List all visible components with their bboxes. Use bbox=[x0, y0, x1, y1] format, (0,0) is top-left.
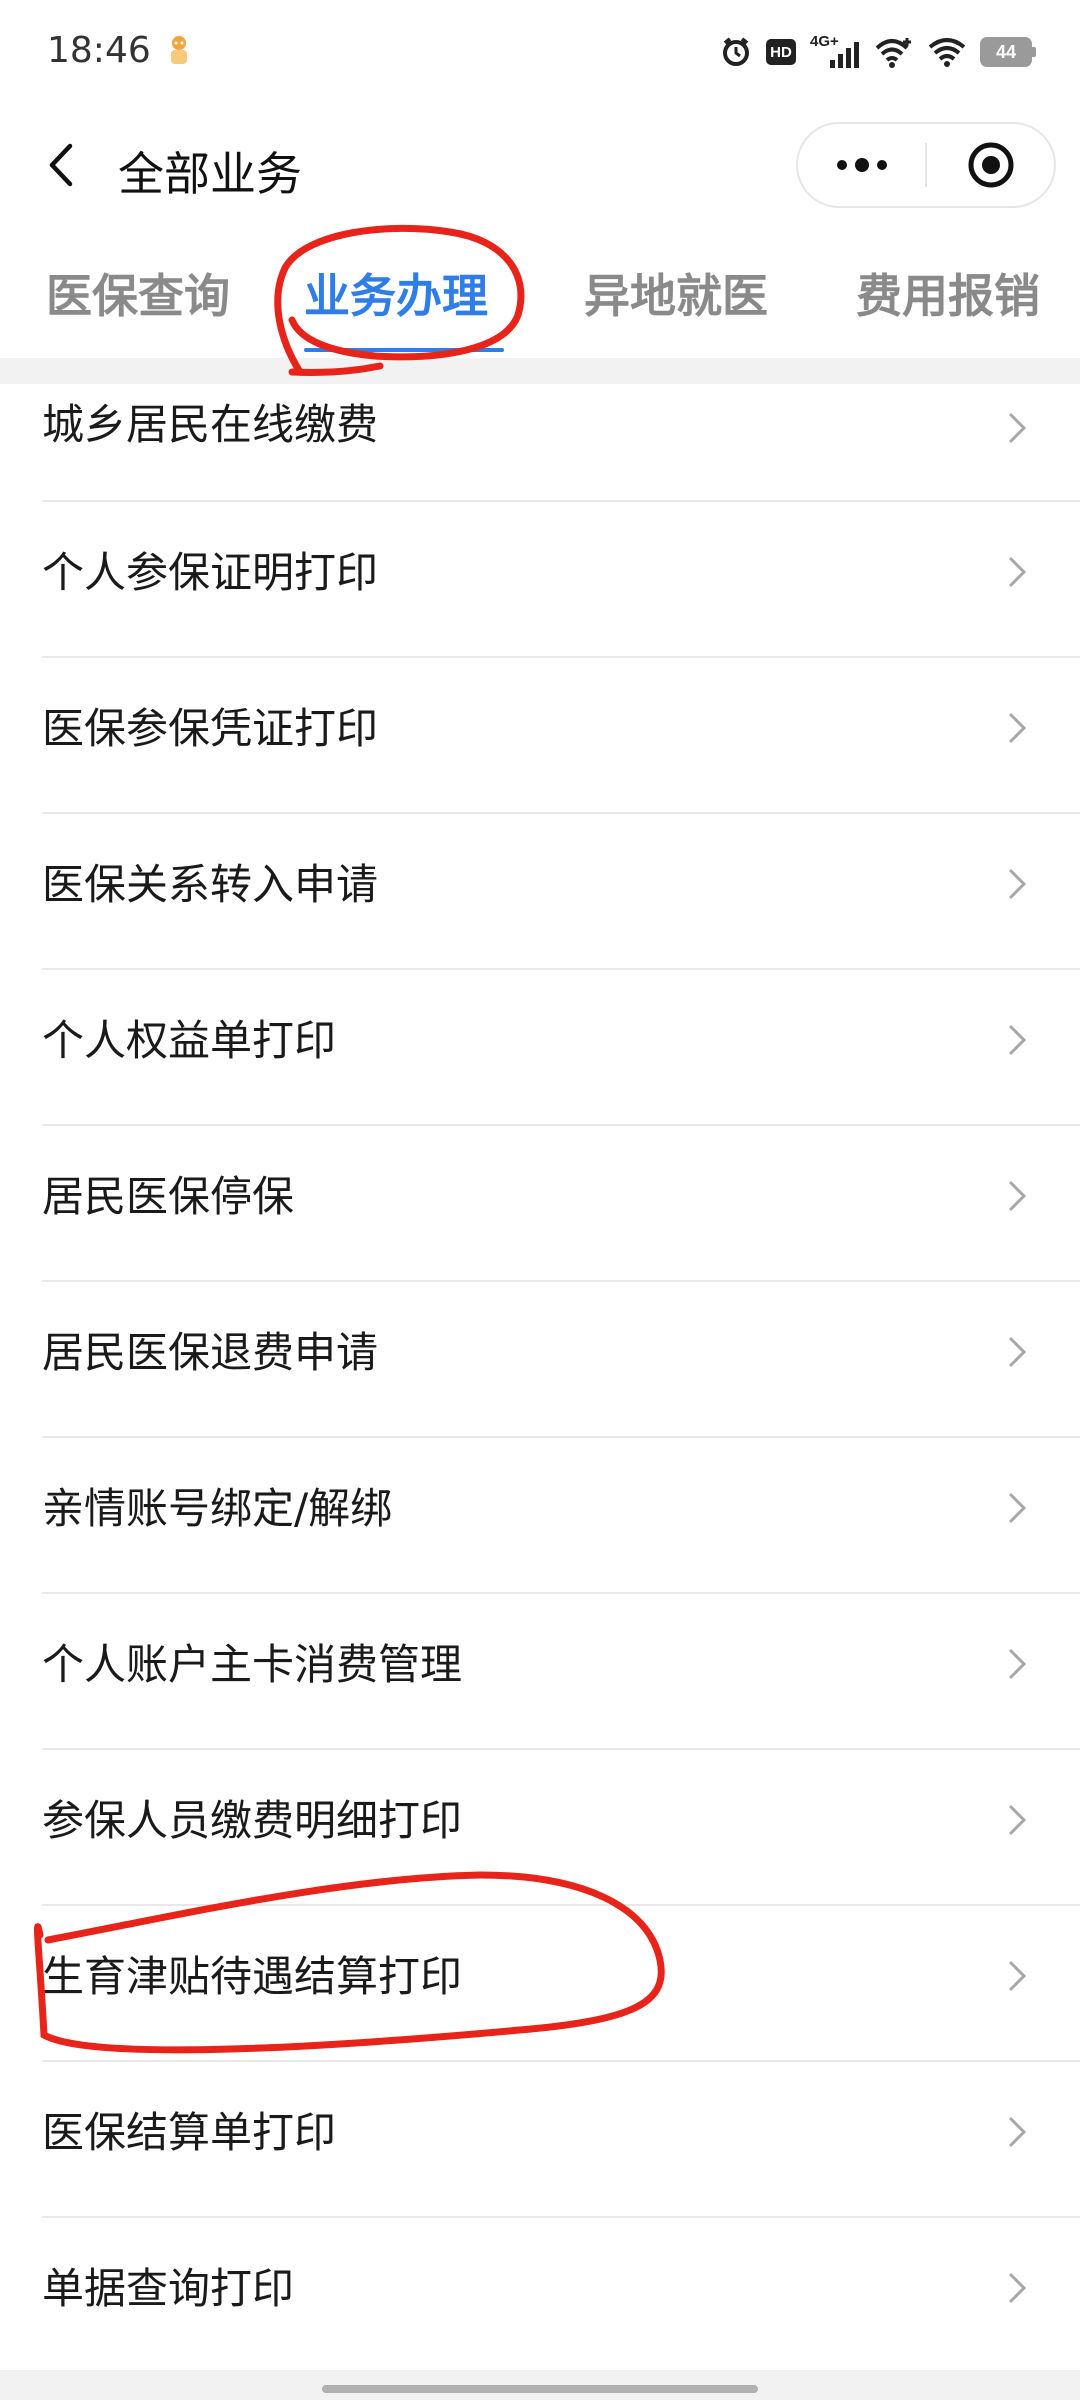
tab-expense-reimbursement[interactable]: 费用报销 bbox=[856, 260, 1040, 326]
status-bar: 18:46 HD 4G+ 44 bbox=[0, 0, 1080, 105]
cellular-signal-icon: 4G+ bbox=[810, 34, 860, 70]
list-item[interactable]: 医保关系转入申请 bbox=[0, 814, 1080, 970]
list-item-label: 医保参保凭证打印 bbox=[42, 704, 379, 753]
tab-remote-medical[interactable]: 异地就医 bbox=[584, 260, 768, 326]
chevron-right-icon bbox=[1008, 2116, 1027, 2148]
list-item-label: 生育津贴待遇结算打印 bbox=[42, 1952, 463, 2001]
wifi-icon bbox=[928, 38, 966, 67]
tab-medical-insurance-query[interactable]: 医保查询 bbox=[46, 260, 230, 326]
list-item[interactable]: 城乡居民在线缴费 bbox=[0, 380, 1080, 502]
list-item-label: 单据查询打印 bbox=[42, 2264, 295, 2313]
chevron-right-icon bbox=[1008, 2272, 1027, 2304]
close-miniprogram-button[interactable] bbox=[927, 124, 1054, 206]
battery-level: 44 bbox=[980, 37, 1032, 67]
list-item[interactable]: 医保参保凭证打印 bbox=[0, 658, 1080, 814]
list-item-label: 城乡居民在线缴费 bbox=[42, 400, 379, 449]
list-item-label: 居民医保停保 bbox=[42, 1172, 295, 1221]
chevron-right-icon bbox=[1008, 556, 1027, 588]
list-item-label: 个人参保证明打印 bbox=[42, 548, 379, 597]
list-item[interactable]: 个人账户主卡消费管理 bbox=[0, 1594, 1080, 1750]
list-item[interactable]: 参保人员缴费明细打印 bbox=[0, 1750, 1080, 1906]
hd-icon: HD bbox=[766, 39, 796, 65]
chevron-right-icon bbox=[1008, 1336, 1027, 1368]
business-list: 城乡居民在线缴费 个人参保证明打印 医保参保凭证打印 医保关系转入申请 个人权益… bbox=[0, 380, 1080, 2374]
chevron-right-icon bbox=[1008, 712, 1027, 744]
chevron-right-icon bbox=[1008, 1960, 1027, 1992]
chevron-right-icon bbox=[1008, 868, 1027, 900]
nav-bar: 全部业务 bbox=[0, 110, 1080, 220]
chevron-left-icon bbox=[49, 143, 73, 187]
status-icons: HD 4G+ 44 bbox=[720, 30, 1036, 74]
chevron-right-icon bbox=[1008, 412, 1027, 444]
target-close-icon bbox=[968, 142, 1013, 188]
list-item[interactable]: 居民医保退费申请 bbox=[0, 1282, 1080, 1438]
list-item[interactable]: 生育津贴待遇结算打印 bbox=[0, 1906, 1080, 2062]
chevron-right-icon bbox=[1008, 1180, 1027, 1212]
list-item[interactable]: 亲情账号绑定/解绑 bbox=[0, 1438, 1080, 1594]
list-item-label: 个人账户主卡消费管理 bbox=[42, 1640, 463, 1689]
chevron-right-icon bbox=[1008, 1804, 1027, 1836]
wifi-plus-icon bbox=[875, 38, 911, 68]
mini-program-capsule bbox=[796, 122, 1056, 208]
tab-business-handling[interactable]: 业务办理 bbox=[304, 260, 488, 326]
list-item[interactable]: 个人参保证明打印 bbox=[0, 502, 1080, 658]
list-item-label: 亲情账号绑定/解绑 bbox=[42, 1484, 393, 1533]
tab-bar: 医保查询 业务办理 异地就医 费用报销 bbox=[0, 240, 1080, 358]
active-tab-indicator bbox=[304, 348, 504, 352]
chevron-right-icon bbox=[1008, 1648, 1027, 1680]
list-item[interactable]: 单据查询打印 bbox=[0, 2218, 1080, 2374]
list-item[interactable]: 个人权益单打印 bbox=[0, 970, 1080, 1126]
back-button[interactable] bbox=[36, 140, 86, 190]
battery-icon: 44 bbox=[980, 37, 1036, 67]
more-dots-icon bbox=[836, 158, 887, 172]
list-item-label: 医保结算单打印 bbox=[42, 2108, 337, 2157]
alarm-icon bbox=[723, 37, 749, 66]
list-item[interactable]: 居民医保停保 bbox=[0, 1126, 1080, 1282]
list-item-label: 参保人员缴费明细打印 bbox=[42, 1796, 463, 1845]
page-title: 全部业务 bbox=[118, 147, 302, 201]
list-item[interactable]: 医保结算单打印 bbox=[0, 2062, 1080, 2218]
notification-app-icon bbox=[171, 36, 187, 64]
list-item-label: 居民医保退费申请 bbox=[42, 1328, 379, 1377]
list-item-label: 个人权益单打印 bbox=[42, 1016, 337, 1065]
list-item-label: 医保关系转入申请 bbox=[42, 860, 379, 909]
chevron-right-icon bbox=[1008, 1024, 1027, 1056]
more-button[interactable] bbox=[798, 124, 925, 206]
home-indicator[interactable] bbox=[322, 2385, 758, 2393]
chevron-right-icon bbox=[1008, 1492, 1027, 1524]
status-time: 18:46 bbox=[47, 30, 151, 71]
